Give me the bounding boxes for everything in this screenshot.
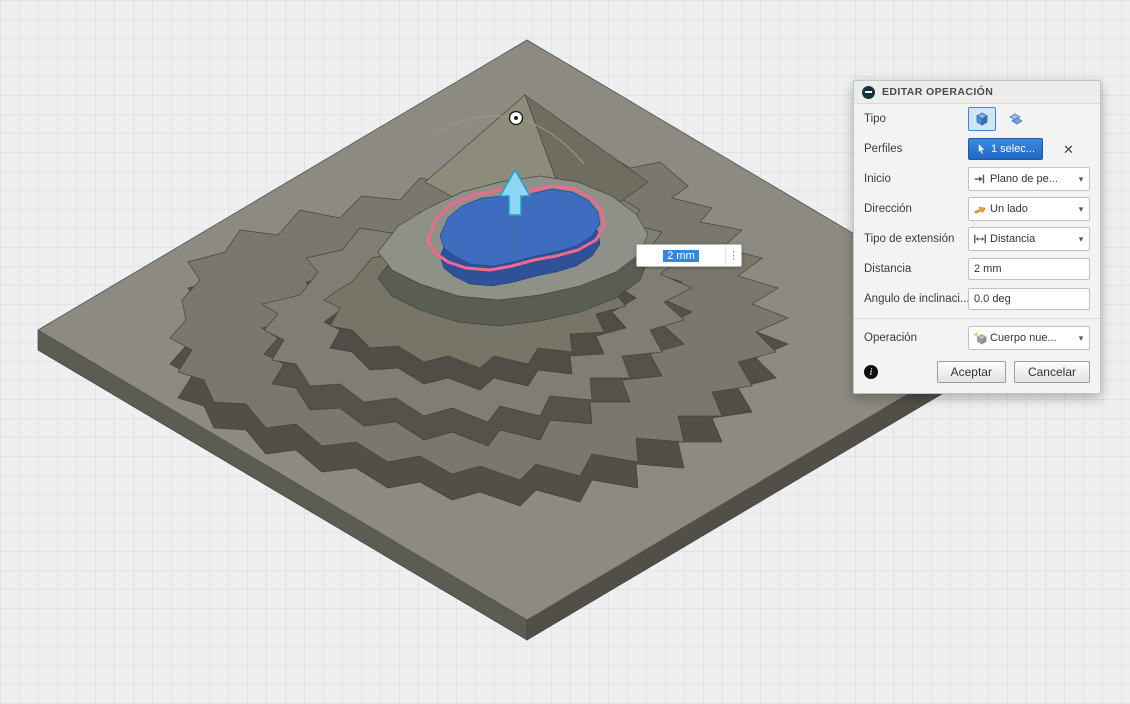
dialog-handle-icon bbox=[862, 85, 875, 99]
tipo-label: Tipo bbox=[864, 113, 886, 125]
operacion-label: Operación bbox=[864, 332, 918, 344]
row-inicio: Inicio Plano de pe... ▾ bbox=[854, 164, 1100, 194]
chevron-down-icon: ▾ bbox=[1078, 203, 1084, 214]
perfiles-label: Perfiles bbox=[864, 143, 903, 155]
start-plane-icon bbox=[973, 172, 990, 186]
profiles-selected-button[interactable]: 1 selec... bbox=[968, 138, 1044, 160]
extent-distance-icon bbox=[973, 232, 990, 246]
angulo-label: Ángulo de inclinaci... bbox=[864, 293, 968, 305]
extrude-solid-button[interactable] bbox=[968, 107, 996, 131]
distancia-label: Distancia bbox=[864, 263, 912, 275]
extrude-solid-icon bbox=[976, 112, 988, 126]
chevron-down-icon: ▾ bbox=[1078, 173, 1084, 184]
row-distancia: Distancia bbox=[854, 254, 1100, 284]
info-icon[interactable]: i bbox=[864, 365, 878, 379]
extent-type-dropdown[interactable]: Distancia ▾ bbox=[968, 227, 1090, 251]
extrude-thin-button[interactable] bbox=[1002, 107, 1030, 131]
sketch-point-center bbox=[514, 116, 518, 120]
row-tipo: Tipo bbox=[854, 104, 1100, 134]
row-direccion: Dirección Un lado ▾ bbox=[854, 194, 1100, 224]
row-angulo: Ángulo de inclinaci... bbox=[854, 284, 1100, 314]
accept-button[interactable]: Aceptar bbox=[936, 361, 1006, 383]
edit-feature-dialog: EDITAR OPERACIÓN Tipo Perfiles 1 selec..… bbox=[853, 80, 1101, 394]
distance-value-box[interactable]: 2 mm ⋮ bbox=[636, 244, 742, 267]
direccion-label: Dirección bbox=[864, 203, 912, 215]
extent-type-value: Distancia bbox=[990, 233, 1036, 245]
inicio-value: Plano de pe... bbox=[990, 173, 1058, 185]
row-perfiles: Perfiles 1 selec... ✕ bbox=[854, 134, 1100, 164]
distance-inline-input[interactable]: 2 mm bbox=[637, 249, 725, 262]
info-glyph: i bbox=[869, 366, 873, 378]
new-body-icon bbox=[973, 331, 990, 345]
profiles-selected-count: 1 selec... bbox=[991, 143, 1036, 155]
cursor-arrow-icon bbox=[978, 144, 985, 154]
dialog-title: EDITAR OPERACIÓN bbox=[882, 86, 994, 98]
dialog-footer: i Aceptar Cancelar bbox=[854, 353, 1100, 393]
fusion-viewport[interactable]: 2 mm ⋮ EDITAR OPERACIÓN Tipo Perfiles 1 … bbox=[0, 0, 1130, 704]
dialog-separator bbox=[854, 318, 1100, 319]
cancel-button[interactable]: Cancelar bbox=[1013, 361, 1090, 383]
row-tipo-extension: Tipo de extensión Distancia ▾ bbox=[854, 224, 1100, 254]
direccion-dropdown[interactable]: Un lado ▾ bbox=[968, 197, 1090, 221]
operation-value: Cuerpo nue... bbox=[990, 332, 1057, 344]
chevron-down-icon: ▾ bbox=[1078, 233, 1084, 244]
extrude-thin-icon bbox=[1009, 113, 1023, 125]
distance-inline-value[interactable]: 2 mm bbox=[663, 249, 699, 262]
inicio-dropdown[interactable]: Plano de pe... ▾ bbox=[968, 167, 1090, 191]
tipo-extension-label: Tipo de extensión bbox=[864, 233, 955, 245]
inicio-label: Inicio bbox=[864, 173, 891, 185]
direccion-value: Un lado bbox=[990, 203, 1028, 215]
row-operacion: Operación Cuerpo nue... ▾ bbox=[854, 323, 1100, 353]
close-icon[interactable]: ✕ bbox=[1063, 143, 1074, 156]
taper-angle-input[interactable] bbox=[968, 288, 1090, 310]
chevron-down-icon: ▾ bbox=[1078, 332, 1084, 343]
operation-dropdown[interactable]: Cuerpo nue... ▾ bbox=[968, 326, 1090, 350]
direction-icon bbox=[973, 202, 990, 216]
distance-input[interactable] bbox=[968, 258, 1090, 280]
dialog-header[interactable]: EDITAR OPERACIÓN bbox=[854, 81, 1100, 104]
kebab-menu-icon[interactable]: ⋮ bbox=[725, 245, 741, 266]
